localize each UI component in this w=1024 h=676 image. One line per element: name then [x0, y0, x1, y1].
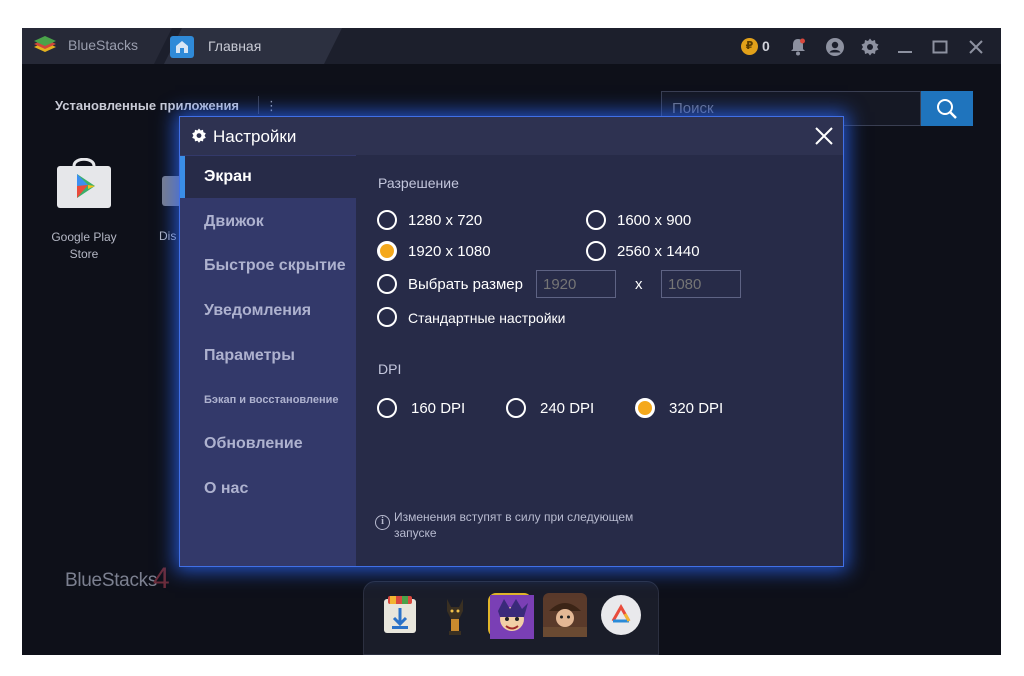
radio-button[interactable]: [586, 210, 606, 230]
radio-label: 1920 x 1080: [408, 243, 491, 260]
radio-label: Стандартные настройки: [408, 310, 566, 326]
sidebar-item-boss-key[interactable]: Быстрое скрытие: [180, 245, 356, 287]
dialog-title: Настройки: [213, 127, 297, 146]
sidebar-item-screen[interactable]: Экран: [180, 156, 356, 198]
dock-app-launcher-icon[interactable]: [599, 593, 643, 637]
radio-button-selected[interactable]: [377, 241, 397, 261]
dock-app-adventure-icon[interactable]: [543, 593, 587, 637]
sidebar-item-label: О нас: [204, 480, 249, 497]
radio-button[interactable]: [377, 210, 397, 230]
search-icon: [937, 99, 957, 119]
app-name: BlueStacks: [68, 37, 139, 53]
sidebar-item-backup-restore[interactable]: Бэкап и восстановление: [180, 379, 356, 421]
notification-bell-icon[interactable]: [788, 37, 808, 57]
sidebar-item-label: Экран: [204, 168, 252, 185]
sidebar-item-label: Параметры: [204, 347, 295, 364]
more-options-icon[interactable]: ⋮: [265, 98, 278, 114]
google-play-store-icon[interactable]: [55, 158, 113, 210]
radio-label: 240 DPI: [540, 400, 595, 417]
settings-dialog: Настройки Экран Движок Быстрое скрытие У…: [179, 116, 844, 567]
sidebar-item-label: Быстрое скрытие: [204, 257, 346, 274]
info-icon: i: [375, 515, 390, 530]
home-icon: [170, 36, 194, 58]
radio-button[interactable]: [377, 398, 397, 418]
radio-label: 320 DPI: [669, 400, 724, 417]
minimize-icon[interactable]: [895, 37, 915, 57]
radio-label: 1280 x 720: [408, 212, 483, 229]
radio-label: Выбрать размер: [408, 276, 523, 293]
dialog-header: Настройки: [180, 117, 843, 155]
radio-label: 2560 x 1440: [617, 243, 700, 260]
sidebar-item-engine[interactable]: Движок: [180, 201, 356, 243]
sidebar-item-update[interactable]: Обновление: [180, 423, 356, 465]
bluestacks-version: 4: [153, 562, 170, 595]
radio-label: 160 DPI: [411, 400, 466, 417]
times-sign: x: [635, 276, 643, 293]
close-window-icon[interactable]: [966, 37, 986, 57]
coin-count: 0: [762, 38, 770, 54]
bluestacks-logo-icon: [34, 36, 56, 52]
account-icon[interactable]: [825, 37, 845, 57]
radio-button-selected[interactable]: [635, 398, 655, 418]
sidebar-item-notifications[interactable]: Уведомления: [180, 290, 356, 332]
custom-height-input[interactable]: [661, 270, 741, 298]
search-input[interactable]: [672, 100, 912, 117]
divider: [258, 96, 259, 114]
sidebar-item-label: Движок: [204, 213, 264, 230]
close-icon[interactable]: [813, 125, 835, 147]
radio-button[interactable]: [506, 398, 526, 418]
dock-app-cartoon-icon[interactable]: [488, 593, 534, 639]
sidebar-item-label: Бэкап и восстановление: [204, 394, 339, 406]
maximize-icon[interactable]: [930, 37, 950, 57]
radio-button[interactable]: [377, 274, 397, 294]
custom-width-input[interactable]: [536, 270, 616, 298]
sidebar-item-about[interactable]: О нас: [180, 468, 356, 510]
app-label-google-play: Google Play Store: [51, 230, 117, 261]
radio-label: 1600 x 900: [617, 212, 692, 229]
dpi-label: DPI: [378, 361, 402, 377]
app-label-partial: Dis: [159, 229, 177, 243]
dock-app-dog-icon[interactable]: [433, 593, 477, 637]
bluestacks-brand: BlueStacks: [65, 570, 158, 591]
settings-gear-icon[interactable]: [860, 37, 880, 57]
installed-apps-title: Установленные приложения: [55, 98, 240, 113]
title-bar: BlueStacks Главная ₽ 0: [22, 28, 1001, 64]
sidebar-item-label: Обновление: [204, 435, 303, 452]
settings-sidebar: Экран Движок Быстрое скрытие Уведомления…: [180, 155, 356, 566]
search-button[interactable]: [921, 91, 973, 126]
dock-app-installer-icon[interactable]: [378, 593, 422, 637]
resolution-label: Разрешение: [378, 175, 459, 191]
sidebar-item-preferences[interactable]: Параметры: [180, 335, 356, 377]
restart-notice: Изменения вступят в силу при следующем з…: [394, 510, 634, 540]
gear-icon: [192, 128, 206, 143]
tab-home-label: Главная: [208, 38, 262, 54]
radio-button[interactable]: [377, 307, 397, 327]
coin-icon[interactable]: ₽: [741, 38, 758, 55]
sidebar-item-label: Уведомления: [204, 302, 312, 319]
radio-button[interactable]: [586, 241, 606, 261]
